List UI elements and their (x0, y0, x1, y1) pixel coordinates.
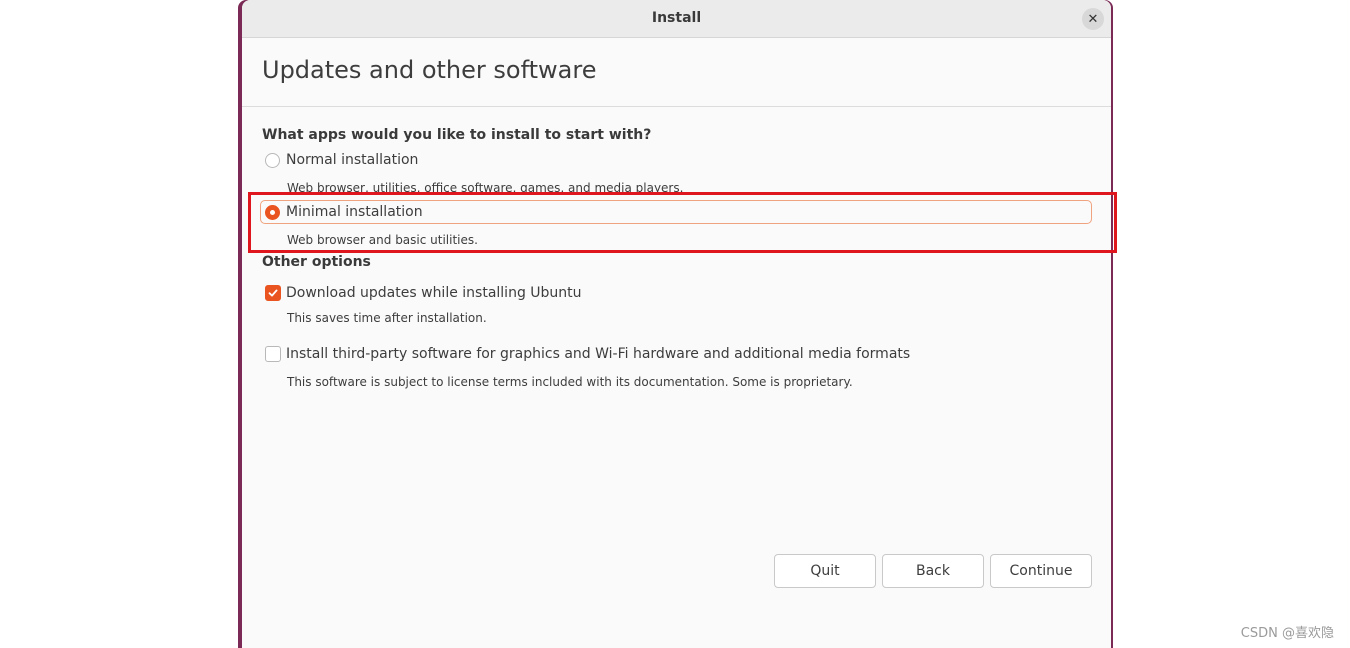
heading-divider (242, 106, 1111, 107)
install-type-question: What apps would you like to install to s… (262, 127, 652, 143)
quit-button[interactable]: Quit (774, 554, 876, 588)
page-title: Updates and other software (262, 56, 597, 84)
normal-installation-option[interactable]: Normal installation (265, 152, 418, 168)
watermark: CSDN @喜欢隐 (1240, 626, 1334, 641)
back-button[interactable]: Back (882, 554, 984, 588)
normal-installation-radio[interactable] (265, 152, 280, 168)
third-party-software-option[interactable]: Install third-party software for graphic… (265, 346, 910, 362)
title-bar: Install ✕ (242, 0, 1111, 38)
download-updates-checkbox[interactable] (265, 285, 281, 301)
checkmark-icon (268, 289, 278, 297)
download-updates-option[interactable]: Download updates while installing Ubuntu (265, 285, 582, 301)
close-button[interactable]: ✕ (1082, 8, 1104, 30)
continue-button[interactable]: Continue (990, 554, 1092, 588)
window-title: Install (651, 10, 702, 26)
install-window: Install ✕ Updates and other software Wha… (242, 0, 1111, 648)
third-party-software-description: This software is subject to license term… (287, 375, 853, 389)
third-party-software-checkbox[interactable] (265, 346, 281, 362)
third-party-software-label: Install third-party software for graphic… (286, 346, 911, 362)
other-options-title: Other options (262, 254, 371, 270)
annotation-highlight-box (248, 192, 1117, 253)
normal-installation-label: Normal installation (286, 152, 419, 168)
close-icon: ✕ (1087, 11, 1099, 27)
download-updates-label: Download updates while installing Ubuntu (286, 285, 582, 301)
download-updates-description: This saves time after installation. (287, 311, 487, 325)
